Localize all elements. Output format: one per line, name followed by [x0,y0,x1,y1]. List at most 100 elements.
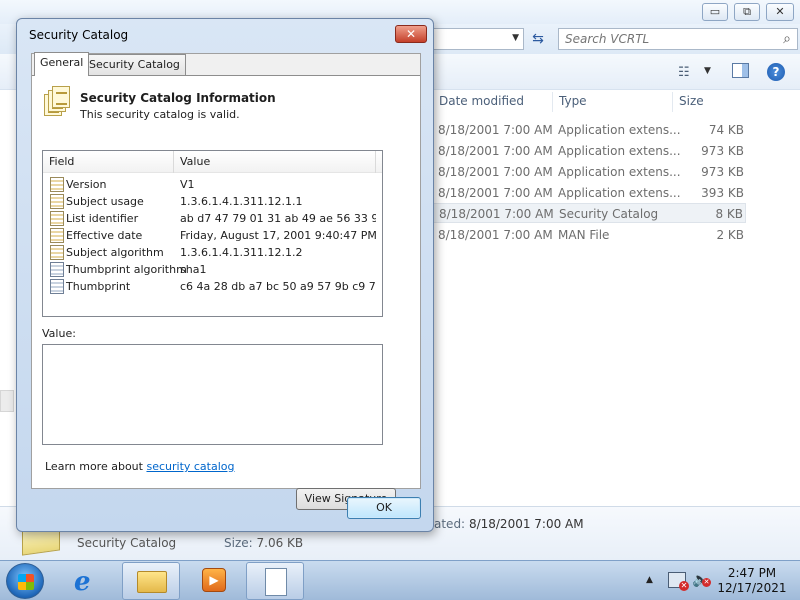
file-row-selected[interactable]: 8/18/2001 7:00 AM Security Catalog 8 KB [432,203,746,223]
minimize-button[interactable]: ▭ [702,3,728,21]
security-catalog-link[interactable]: security catalog [146,460,234,473]
file-date: 8/18/2001 7:00 AM [438,144,553,158]
list-item[interactable]: Thumbprint algorithm sha1 [43,261,382,278]
window-close-button[interactable]: ✕ [766,3,794,21]
address-bar[interactable]: ▼ [432,28,524,50]
property-icon [50,245,64,260]
clock-date: 12/17/2021 [717,581,787,595]
field-name: List identifier [66,212,139,225]
details-file-size: Size: 7.06 KB [224,536,304,550]
column-type[interactable]: Type [552,92,672,112]
file-size: 973 KB [701,165,744,179]
close-icon: ✕ [405,27,417,41]
info-heading: Security Catalog Information [80,91,276,105]
search-icon[interactable]: ⌕ [783,31,791,47]
list-item[interactable]: Subject usage 1.3.6.1.4.1.311.12.1.1 [43,193,382,210]
list-item[interactable]: Thumbprint c6 4a 28 db a7 bc 50 a9 57 9b… [43,278,382,295]
file-date: 8/18/2001 7:00 AM [438,123,553,137]
column-date-modified[interactable]: Date modified [432,92,552,112]
field-name: Subject algorithm [66,246,164,259]
folder-icon [137,571,167,593]
search-box[interactable]: ⌕ [558,28,798,50]
preview-pane-icon[interactable] [732,63,749,78]
property-icon [50,177,64,192]
file-size: 74 KB [708,123,744,137]
field-value: 1.3.6.1.4.1.311.12.1.2 [180,246,303,259]
tab-security-catalog[interactable]: Security Catalog [83,54,186,76]
file-date: 8/18/2001 7:00 AM [438,186,553,200]
file-date: 8/18/2001 7:00 AM [438,228,553,242]
file-row[interactable]: 8/18/2001 7:00 AM Application extens... … [432,162,746,182]
field-value: ab d7 47 79 01 31 ab 49 ae 56 33 9... [180,212,376,225]
clock-time: 2:47 PM [727,566,777,580]
list-item[interactable]: Version V1 [43,176,382,193]
file-date: 8/18/2001 7:00 AM [439,207,554,221]
network-icon[interactable]: ✕ [668,572,689,591]
file-row[interactable]: 8/18/2001 7:00 AM MAN File 2 KB [432,225,746,245]
details-file-type: Security Catalog [77,536,177,550]
file-size: 973 KB [701,144,744,158]
certificate-icon [50,279,64,294]
taskbar-windows-explorer[interactable] [122,562,180,600]
list-item[interactable]: Effective date Friday, August 17, 2001 9… [43,227,382,244]
list-item[interactable]: List identifier ab d7 47 79 01 31 ab 49 … [43,210,382,227]
mute-icon: ✕ [702,578,711,587]
value-textarea[interactable] [42,344,383,445]
media-player-icon: ▶ [202,568,226,592]
dialog-title: Security Catalog [29,28,129,42]
field-name: Subject usage [66,195,144,208]
file-type: Application extens... [558,123,681,137]
chevron-down-icon[interactable]: ▼ [704,66,711,76]
file-size: 2 KB [716,228,744,242]
taskbar: e ▶ ▲ ✕ 🔈 ✕ 2:47 PM 12/17/2021 [0,560,800,600]
system-clock[interactable]: 2:47 PM 12/17/2021 [712,566,792,596]
restore-button[interactable]: ⧉ [734,3,760,21]
security-catalog-icon [44,86,70,116]
property-icon [50,194,64,209]
refresh-icon[interactable]: ⇆ [528,29,548,49]
file-type: Application extens... [558,144,681,158]
taskbar-document-window[interactable] [246,562,304,600]
list-item[interactable]: Subject algorithm 1.3.6.1.4.1.311.12.1.2 [43,244,382,261]
dialog-body: General Security Catalog Security Catalo… [31,52,421,510]
taskbar-media-player[interactable]: ▶ [184,562,240,600]
field-list[interactable]: Field Value Version V1 Subject usage 1.3… [42,150,383,317]
file-row[interactable]: 8/18/2001 7:00 AM Application extens... … [432,141,746,161]
field-value: Friday, August 17, 2001 9:40:47 PM [180,229,376,242]
windows-logo-icon [18,574,34,590]
certificate-icon [50,262,64,277]
help-icon[interactable]: ? [767,63,785,81]
field-value: 1.3.6.1.4.1.311.12.1.1 [180,195,303,208]
show-hidden-icons-icon[interactable]: ▲ [646,575,653,585]
column-size[interactable]: Size [672,92,748,112]
chevron-down-icon[interactable]: ▼ [512,33,519,43]
volume-icon[interactable]: 🔈 ✕ [692,572,711,588]
error-icon: ✕ [679,581,689,591]
details-date-created: ated: 8/18/2001 7:00 AM [434,517,584,531]
file-row[interactable]: 8/18/2001 7:00 AM Application extens... … [432,120,746,140]
column-field[interactable]: Field [43,151,174,173]
list-header: Field Value [43,151,382,173]
security-catalog-dialog: Security Catalog ✕ General Security Cata… [16,18,434,532]
document-icon [265,568,287,596]
validity-status: This security catalog is valid. [80,108,240,121]
tab-general[interactable]: General [34,52,90,76]
internet-explorer-icon: e [74,567,91,597]
navigation-pane-edge [0,390,14,412]
dialog-close-button[interactable]: ✕ [395,25,427,43]
file-date: 8/18/2001 7:00 AM [438,165,553,179]
field-value: sha1 [180,263,207,276]
learn-more-text: Learn more about security catalog [45,460,235,473]
field-value: V1 [180,178,195,191]
ok-button[interactable]: OK [347,497,421,519]
file-type: Application extens... [558,165,681,179]
change-view-icon[interactable]: ☷ [678,65,690,80]
search-input[interactable] [559,29,769,49]
file-type: MAN File [558,228,610,242]
taskbar-internet-explorer[interactable]: e [62,562,118,600]
field-name: Thumbprint [66,280,131,293]
start-button[interactable] [6,563,44,599]
property-icon [50,228,64,243]
column-value[interactable]: Value [174,151,376,173]
file-row[interactable]: 8/18/2001 7:00 AM Application extens... … [432,183,746,203]
